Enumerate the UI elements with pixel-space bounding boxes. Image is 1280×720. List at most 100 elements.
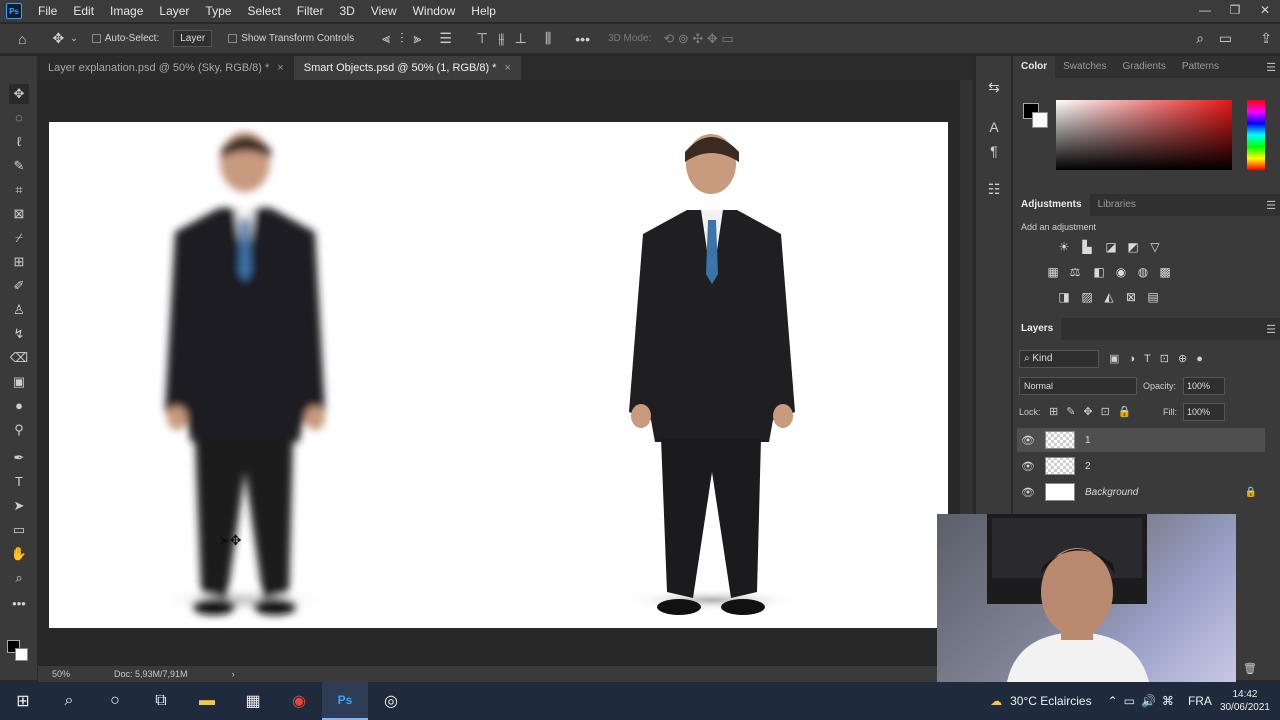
- align-top-icon[interactable]: ⊤: [476, 30, 488, 47]
- weather-text[interactable]: 30°C Eclaircies: [1010, 694, 1092, 708]
- windows-start-icon[interactable]: ⊞: [0, 682, 46, 720]
- healing-tool-icon[interactable]: ⊞: [9, 252, 29, 272]
- panel-menu-icon[interactable]: ☰: [1266, 61, 1276, 74]
- menu-filter[interactable]: Filter: [289, 4, 332, 18]
- menu-window[interactable]: Window: [405, 4, 464, 18]
- invert-icon[interactable]: ◨: [1056, 290, 1072, 304]
- home-icon[interactable]: ⌂: [18, 31, 26, 47]
- layer-row-background[interactable]: 👁 Background 🔒: [1017, 480, 1265, 504]
- chrome-icon[interactable]: ◉: [276, 682, 322, 720]
- file-explorer-icon[interactable]: ▬: [184, 682, 230, 720]
- workspace-icon[interactable]: ▭: [1219, 30, 1232, 47]
- align-right-icon[interactable]: ⫸: [413, 30, 421, 47]
- transform-controls-checkbox[interactable]: [228, 33, 241, 44]
- tab-swatches[interactable]: Swatches: [1055, 56, 1114, 78]
- fill-field[interactable]: 100%: [1183, 403, 1225, 421]
- layer-row-1[interactable]: 👁 1: [1017, 428, 1265, 452]
- lock-icons[interactable]: ⊞✎✥⊡🔒: [1049, 405, 1140, 418]
- tray-icons[interactable]: ⌃▭🔊⌘: [1108, 694, 1180, 708]
- menu-3d[interactable]: 3D: [331, 4, 362, 18]
- color-picker-field[interactable]: [1056, 100, 1232, 170]
- menu-help[interactable]: Help: [463, 4, 504, 18]
- brush-tool-icon[interactable]: ✐: [9, 276, 29, 296]
- distribute-vertical-icon[interactable]: ⫼: [545, 30, 551, 47]
- hand-tool-icon[interactable]: ✋: [9, 544, 29, 564]
- vibrance-icon[interactable]: ▽: [1147, 240, 1163, 254]
- history-icon[interactable]: ⇆: [985, 78, 1003, 96]
- frame-tool-icon[interactable]: ⊠: [9, 204, 29, 224]
- paragraph-icon[interactable]: ¶: [985, 142, 1003, 160]
- obs-icon[interactable]: ◎: [368, 682, 414, 720]
- menu-view[interactable]: View: [363, 4, 405, 18]
- menu-edit[interactable]: Edit: [65, 4, 102, 18]
- tab-patterns[interactable]: Patterns: [1174, 56, 1227, 78]
- background-color-swatch[interactable]: [15, 648, 28, 661]
- media-app-icon[interactable]: ▦: [230, 682, 276, 720]
- color-lookup-icon[interactable]: ▩: [1157, 265, 1173, 279]
- tab-color[interactable]: Color: [1013, 56, 1056, 78]
- photo-filter-icon[interactable]: ◉: [1113, 265, 1129, 279]
- tab-gradients[interactable]: Gradients: [1114, 56, 1173, 78]
- menu-layer[interactable]: Layer: [151, 4, 197, 18]
- marquee-tool-icon[interactable]: ◌: [9, 108, 29, 128]
- tab-adjustments[interactable]: Adjustments: [1013, 194, 1090, 216]
- cortana-icon[interactable]: ○: [92, 682, 138, 720]
- photoshop-taskbar-icon[interactable]: Ps: [322, 682, 368, 720]
- align-middle-icon[interactable]: ⫵: [498, 30, 504, 47]
- layer-filter-dropdown[interactable]: ⌕ Kind: [1019, 350, 1099, 368]
- rectangle-tool-icon[interactable]: ▭: [9, 520, 29, 540]
- document-canvas[interactable]: [49, 122, 948, 628]
- threshold-icon[interactable]: ◭: [1101, 290, 1117, 304]
- pen-tool-icon[interactable]: ✒: [9, 448, 29, 468]
- weather-icon[interactable]: ☁: [990, 694, 1002, 708]
- path-select-tool-icon[interactable]: ➤: [9, 496, 29, 516]
- hue-slider[interactable]: [1247, 100, 1265, 170]
- stamp-tool-icon[interactable]: ♙: [9, 300, 29, 320]
- lasso-tool-icon[interactable]: ℓ: [9, 132, 29, 152]
- 3d-tools-icon[interactable]: ⟲ ⊚ ✣ ✥ ▭: [663, 31, 733, 47]
- selective-color-icon[interactable]: ⊠: [1123, 290, 1139, 304]
- move-tool-icon[interactable]: ✥: [9, 84, 29, 104]
- levels-icon[interactable]: ▙: [1079, 240, 1095, 254]
- align-center-icon[interactable]: ⫶: [400, 30, 404, 47]
- channel-mixer-icon[interactable]: ◍: [1135, 265, 1151, 279]
- dodge-tool-icon[interactable]: ⚲: [9, 420, 29, 440]
- quick-select-tool-icon[interactable]: ✎: [9, 156, 29, 176]
- chevron-down-icon[interactable]: ⌄: [70, 33, 78, 44]
- tab-smart-objects[interactable]: Smart Objects.psd @ 50% (1, RGB/8) * ×: [293, 56, 521, 80]
- task-view-icon[interactable]: ⧉: [138, 682, 184, 720]
- chevron-right-icon[interactable]: ›: [232, 669, 235, 679]
- gradient-map-icon[interactable]: ▤: [1145, 290, 1161, 304]
- zoom-tool-icon[interactable]: ⌕: [9, 568, 29, 588]
- close-tab-icon[interactable]: ×: [277, 62, 283, 74]
- black-white-icon[interactable]: ◧: [1091, 265, 1107, 279]
- menu-select[interactable]: Select: [239, 4, 288, 18]
- tab-libraries[interactable]: Libraries: [1090, 194, 1144, 216]
- auto-select-checkbox[interactable]: [91, 33, 105, 44]
- more-tools-icon[interactable]: •••: [9, 594, 29, 614]
- properties-icon[interactable]: ☷: [985, 180, 1003, 198]
- hue-saturation-icon[interactable]: ▦: [1045, 265, 1061, 279]
- type-tool-icon[interactable]: T: [9, 472, 29, 492]
- layer-filter-icons[interactable]: ▣◑T⊡⊕●: [1109, 352, 1212, 365]
- eraser-tool-icon[interactable]: ⌫: [9, 348, 29, 368]
- tab-layers[interactable]: Layers: [1013, 318, 1062, 340]
- menu-image[interactable]: Image: [102, 4, 151, 18]
- zoom-level[interactable]: 50%: [52, 669, 70, 679]
- exposure-icon[interactable]: ◩: [1125, 240, 1141, 254]
- panel-menu-icon[interactable]: ☰: [1266, 323, 1276, 336]
- curves-icon[interactable]: ◪: [1103, 240, 1119, 254]
- tab-layer-explanation[interactable]: Layer explanation.psd @ 50% (Sky, RGB/8)…: [38, 56, 294, 80]
- brightness-icon[interactable]: ☀: [1056, 240, 1072, 254]
- gradient-tool-icon[interactable]: ▣: [9, 372, 29, 392]
- language-indicator[interactable]: FRA: [1188, 694, 1212, 708]
- align-bottom-icon[interactable]: ⊥: [515, 30, 527, 47]
- distribute-icon[interactable]: ☰: [439, 30, 452, 47]
- close-icon[interactable]: ✕: [1250, 0, 1280, 22]
- visibility-eye-icon[interactable]: 👁: [1017, 486, 1039, 499]
- background-swatch[interactable]: [1032, 112, 1048, 128]
- search-icon[interactable]: ⌕: [1196, 30, 1204, 47]
- minimize-icon[interactable]: —: [1190, 0, 1220, 22]
- clock[interactable]: 14:42 30/06/2021: [1220, 688, 1270, 714]
- history-brush-tool-icon[interactable]: ↯: [9, 324, 29, 344]
